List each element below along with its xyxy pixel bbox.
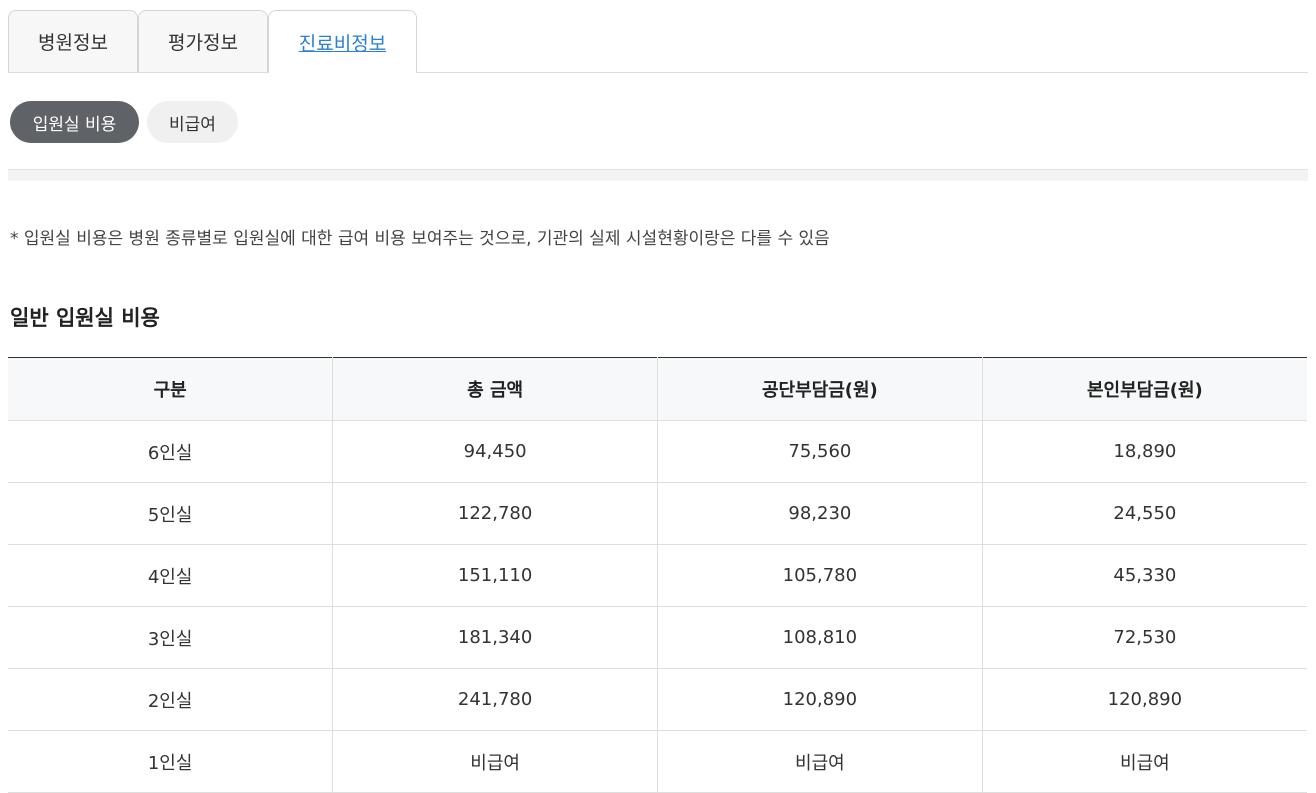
cell-category: 6인실 <box>8 420 333 483</box>
cell-total: 151,110 <box>332 544 658 607</box>
cell-insurer-share: 비급여 <box>657 730 983 793</box>
cell-category: 1인실 <box>8 730 333 793</box>
cell-insurer-share: 120,890 <box>657 668 983 731</box>
table-header-row: 구분 총 금액 공단부담금(원) 본인부담금(원) <box>8 357 1307 421</box>
table-row: 5인실 122,780 98,230 24,550 <box>8 482 1307 545</box>
cell-insurer-share: 75,560 <box>657 420 983 483</box>
tab-evaluation-info[interactable]: 평가정보 <box>138 10 268 72</box>
cell-patient-share: 비급여 <box>981 730 1307 793</box>
header-insurer-share: 공단부담금(원) <box>657 357 983 421</box>
section-divider <box>8 169 1308 181</box>
cell-total: 181,340 <box>332 606 658 669</box>
table-row: 2인실 241,780 120,890 120,890 <box>8 668 1307 731</box>
subtab-non-covered[interactable]: 비급여 <box>147 101 238 143</box>
tab-label: 진료비정보 <box>298 32 387 55</box>
cell-patient-share: 120,890 <box>981 668 1307 731</box>
tab-medical-cost-info[interactable]: 진료비정보 <box>268 10 417 73</box>
cell-total: 94,450 <box>332 420 658 483</box>
header-category: 구분 <box>8 357 333 421</box>
table-row: 4인실 151,110 105,780 45,330 <box>8 544 1307 607</box>
cell-category: 2인실 <box>8 668 333 731</box>
cell-insurer-share: 98,230 <box>657 482 983 545</box>
tab-label: 병원정보 <box>38 32 108 54</box>
cell-patient-share: 72,530 <box>981 606 1307 669</box>
room-cost-note: * 입원실 비용은 병원 종류별로 입원실에 대한 급여 비용 보여주는 것으로… <box>10 229 830 249</box>
subtab-room-cost[interactable]: 입원실 비용 <box>10 101 139 143</box>
cell-patient-share: 45,330 <box>981 544 1307 607</box>
cell-insurer-share: 105,780 <box>657 544 983 607</box>
room-cost-table: 구분 총 금액 공단부담금(원) 본인부담금(원) 6인실 94,450 75,… <box>8 357 1307 793</box>
cell-total: 241,780 <box>332 668 658 731</box>
cell-insurer-share: 108,810 <box>657 606 983 669</box>
table-row: 3인실 181,340 108,810 72,530 <box>8 606 1307 669</box>
cell-category: 5인실 <box>8 482 333 545</box>
header-total: 총 금액 <box>332 357 658 421</box>
cell-total: 비급여 <box>332 730 658 793</box>
section-title: 일반 입원실 비용 <box>10 306 160 330</box>
table-row: 6인실 94,450 75,560 18,890 <box>8 420 1307 483</box>
cell-category: 4인실 <box>8 544 333 607</box>
table-row: 1인실 비급여 비급여 비급여 <box>8 730 1307 793</box>
cell-patient-share: 24,550 <box>981 482 1307 545</box>
cell-patient-share: 18,890 <box>981 420 1307 483</box>
subtab-label: 비급여 <box>169 114 216 135</box>
tab-hospital-info[interactable]: 병원정보 <box>8 10 138 72</box>
subtab-label: 입원실 비용 <box>32 114 117 135</box>
tab-label: 평가정보 <box>168 32 238 54</box>
cell-category: 3인실 <box>8 606 333 669</box>
cell-total: 122,780 <box>332 482 658 545</box>
main-tabs: 병원정보 평가정보 진료비정보 <box>8 10 1308 73</box>
header-patient-share: 본인부담금(원) <box>981 357 1307 421</box>
